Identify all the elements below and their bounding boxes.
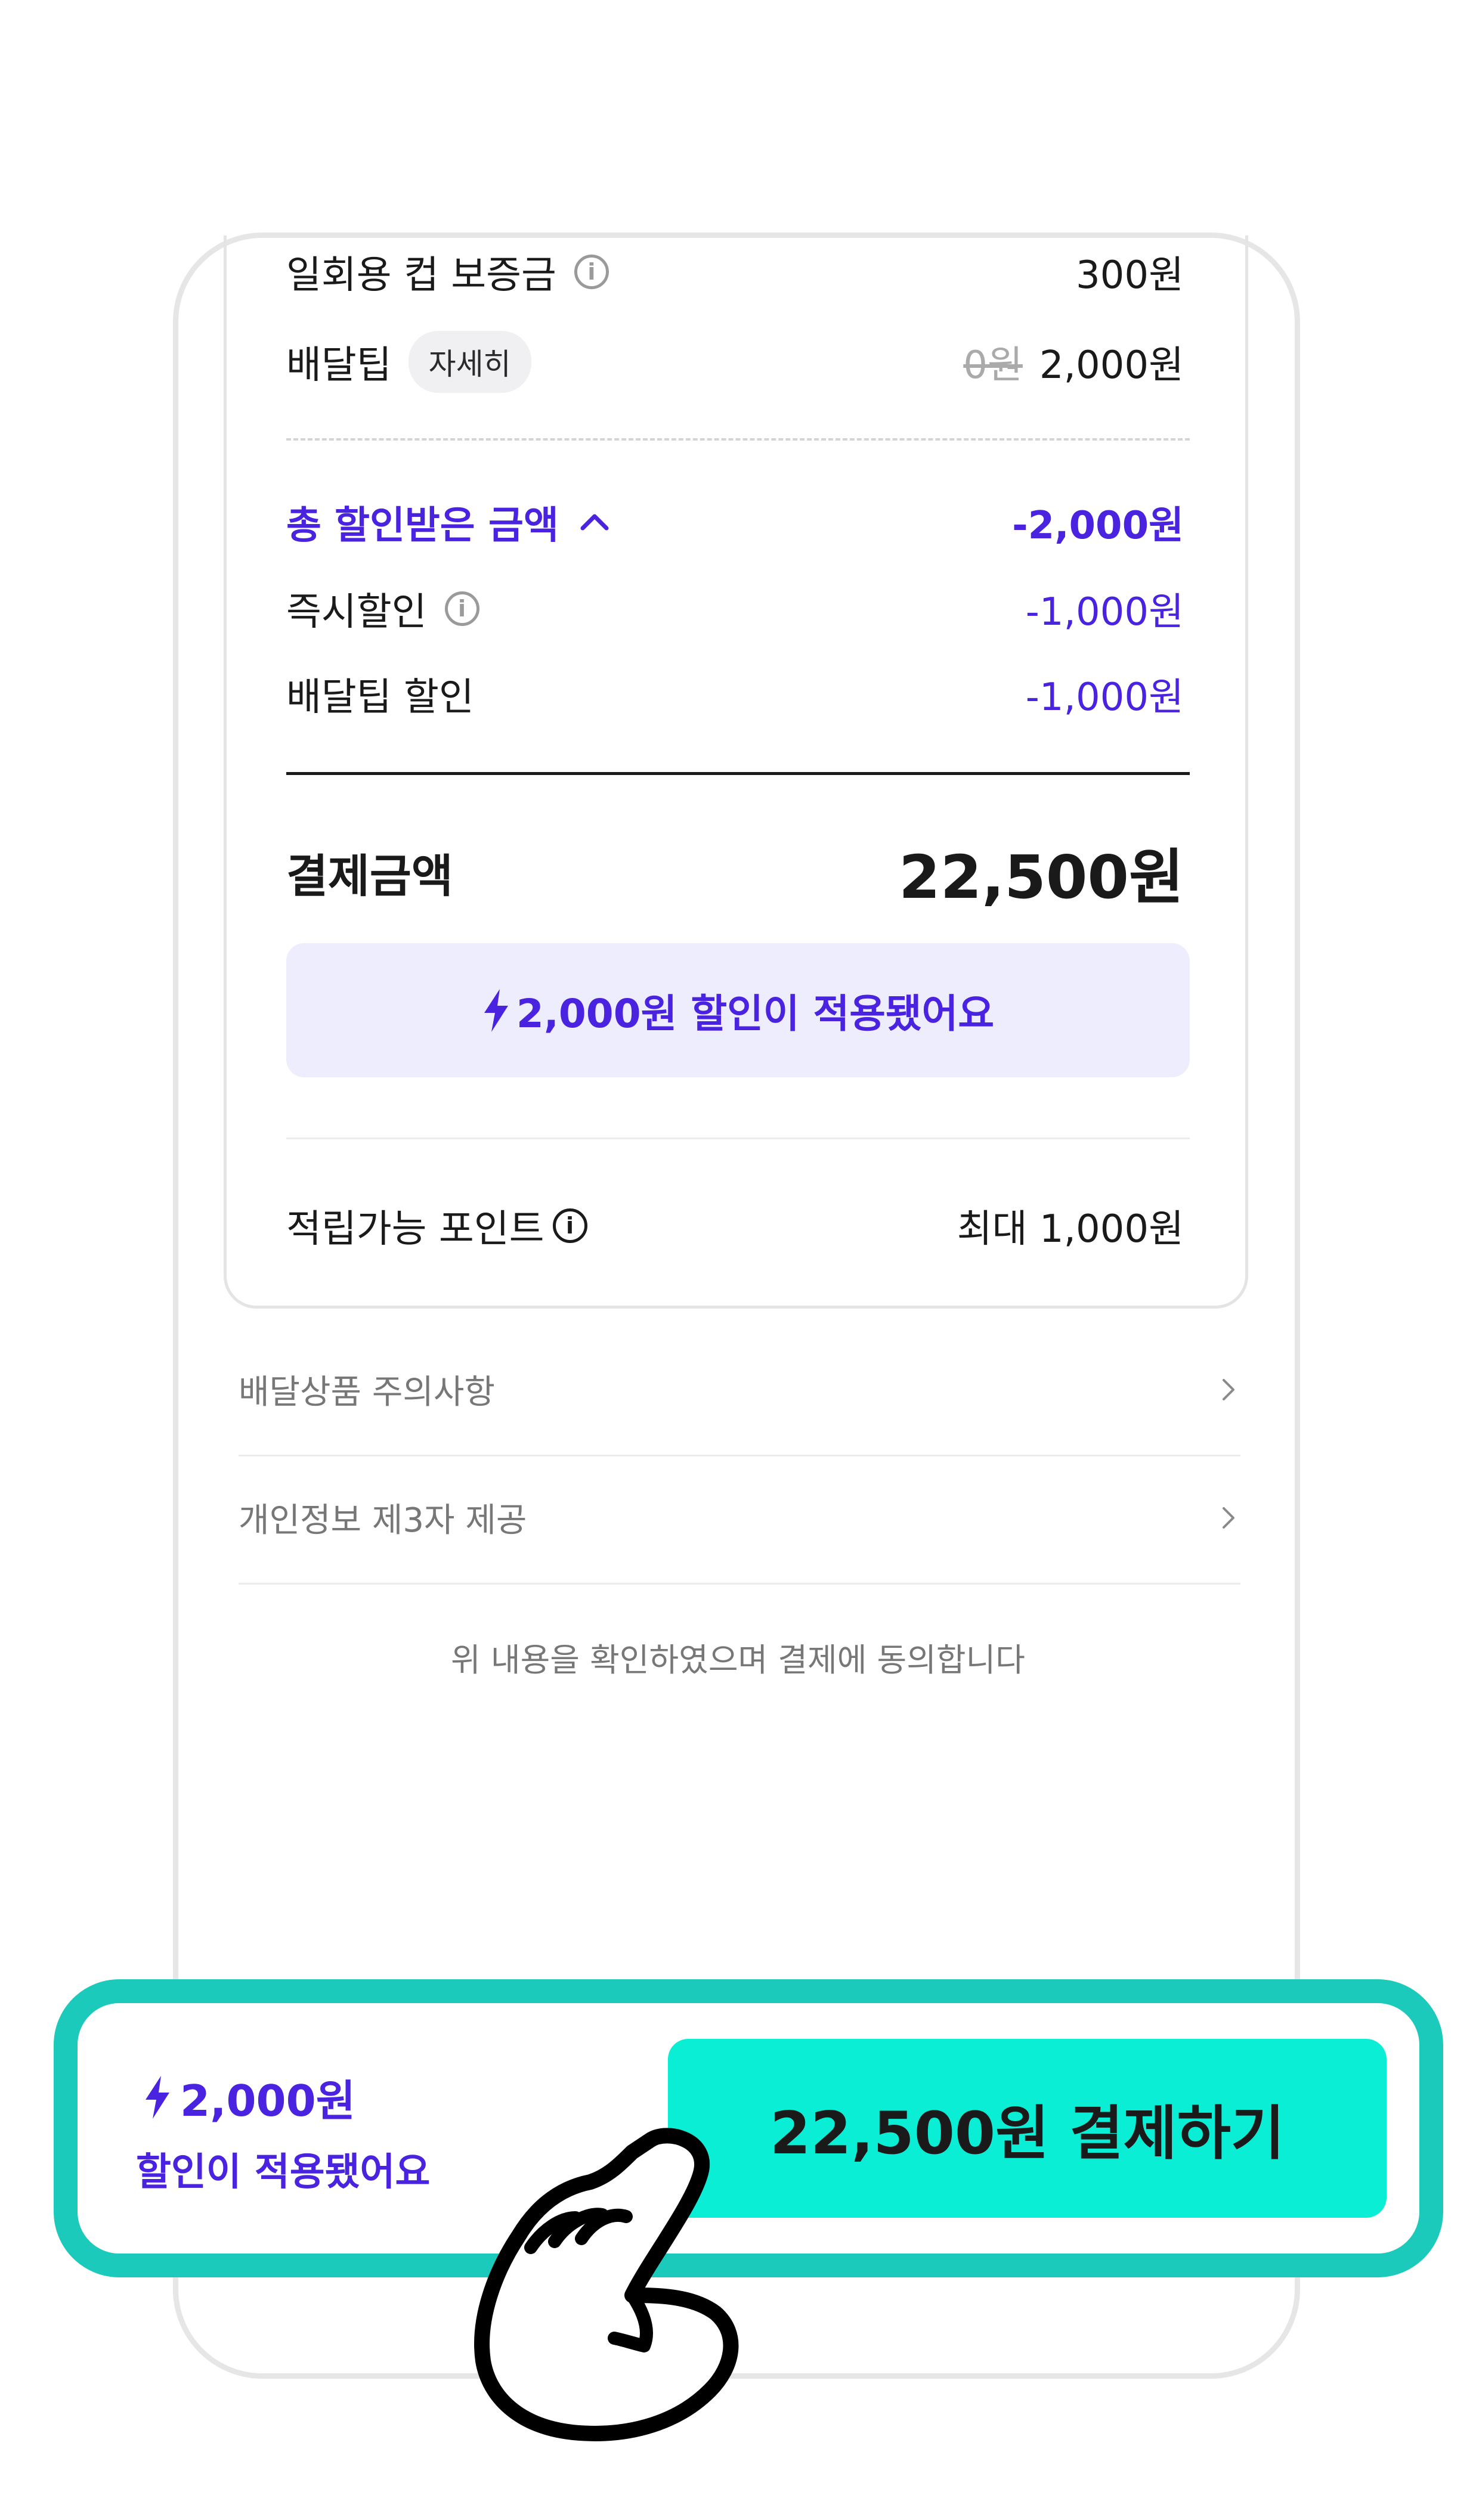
- tip-discount-row: 배달팁 할인 -1,000원: [286, 667, 1184, 721]
- divider-thin: [286, 1137, 1190, 1139]
- chevron-up-icon[interactable]: [577, 504, 612, 540]
- delivery-tip-label: 배달팁: [286, 343, 392, 388]
- link-label: 개인정보 제3자 제공: [239, 1501, 527, 1540]
- discount-applied-banner: 2,000원 할인이 적용됐어요: [286, 943, 1190, 1077]
- total-discount-label: 총 할인받은 금액: [286, 504, 559, 548]
- info-icon[interactable]: i: [444, 591, 479, 626]
- divider: [239, 1455, 1240, 1456]
- detail-button[interactable]: 자세히: [408, 331, 531, 393]
- payment-amount-value: 22,500원: [899, 842, 1184, 912]
- points-label: 적립가능 포인트: [286, 1207, 544, 1251]
- delivery-tip-row: 배달팁 자세히 0원 2,000원: [286, 331, 1184, 393]
- instant-discount-row: 즉시할인 i -1,000원: [286, 581, 1184, 636]
- discount-banner-text: 2,000원 할인이 적용됐어요: [516, 990, 995, 1037]
- payment-amount-row: 결제금액 22,500원: [286, 829, 1184, 915]
- delivery-tip-old-price: 0원: [963, 343, 1023, 388]
- chevron-right-icon: [1223, 1378, 1234, 1400]
- lightning-icon: [146, 2075, 169, 2119]
- chevron-right-icon: [1223, 1507, 1234, 1529]
- cup-deposit-value: 300원: [1075, 253, 1184, 297]
- delivery-tip-value: 2,000원: [1039, 343, 1184, 388]
- link-privacy-third-party[interactable]: 개인정보 제3자 제공: [239, 1493, 1240, 1542]
- divider: [239, 1583, 1240, 1585]
- info-icon[interactable]: i: [552, 1208, 587, 1243]
- cup-deposit-label: 일회용 컵 보증금: [286, 253, 556, 297]
- info-icon[interactable]: i: [574, 255, 609, 289]
- bottom-discount-amount-text: 2,000원: [180, 2076, 355, 2126]
- total-discount-row[interactable]: 총 할인받은 금액 -2,000원: [286, 495, 1184, 550]
- agreement-notice: 위 내용을 확인하였으며 결제에 동의합니다: [451, 1641, 1025, 1679]
- bottom-discount-text: 할인이 적용됐어요: [136, 2150, 431, 2194]
- divider-solid: [286, 772, 1190, 775]
- cup-deposit-row: 일회용 컵 보증금 i 300원: [286, 244, 1184, 299]
- tip-discount-value: -1,000원: [1025, 675, 1184, 720]
- link-delivery-notice[interactable]: 배달상품 주의사항: [239, 1365, 1240, 1414]
- link-label: 배달상품 주의사항: [239, 1373, 495, 1412]
- instant-discount-label: 즉시할인: [286, 590, 427, 634]
- points-value: 최대 1,000원: [957, 1207, 1184, 1251]
- tip-discount-label: 배달팁 할인: [286, 675, 474, 720]
- instant-discount-value: -1,000원: [1025, 590, 1184, 634]
- hand-pointer-icon: [474, 2128, 739, 2441]
- total-discount-value: -2,000원: [1012, 504, 1184, 548]
- divider-dotted: [286, 438, 1190, 441]
- bottom-discount-amount: 2,000원: [143, 2066, 355, 2128]
- payment-amount-label: 결제금액: [286, 849, 453, 903]
- lightning-icon: [484, 988, 508, 1032]
- points-row: 적립가능 포인트 i 최대 1,000원: [286, 1198, 1184, 1253]
